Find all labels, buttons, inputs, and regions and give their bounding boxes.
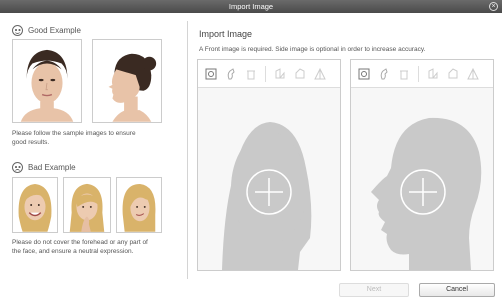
toolbar-separator bbox=[265, 65, 266, 82]
front-drop-area[interactable] bbox=[198, 88, 340, 270]
import-description: A Front image is required. Side image is… bbox=[199, 46, 426, 53]
good-side-photo bbox=[92, 39, 162, 123]
adjust-icon[interactable] bbox=[378, 67, 390, 80]
bad-example-header: Bad Example bbox=[12, 162, 76, 173]
side-head-silhouette bbox=[371, 117, 482, 270]
flip-alt-icon[interactable] bbox=[294, 67, 306, 80]
adjust-icon[interactable] bbox=[225, 67, 237, 80]
good-example-header: Good Example bbox=[12, 25, 81, 36]
trash-icon[interactable] bbox=[245, 68, 257, 80]
side-drop-area[interactable] bbox=[351, 88, 493, 270]
smile-icon bbox=[12, 25, 23, 36]
bad-example-note: Please do not cover the forehead or any … bbox=[12, 239, 148, 255]
dialog-content: Good Example Please follow the sample im… bbox=[0, 13, 502, 307]
import-photo-icon[interactable] bbox=[205, 68, 217, 80]
trash-icon[interactable] bbox=[398, 68, 410, 80]
section-divider bbox=[187, 21, 188, 279]
bad-photo-1 bbox=[12, 177, 58, 233]
window-title: Import Image bbox=[228, 2, 274, 11]
close-icon[interactable]: × bbox=[489, 2, 498, 11]
flip-icon[interactable] bbox=[427, 67, 439, 80]
side-toolbar bbox=[351, 60, 493, 88]
good-example-note: Please follow the sample images to ensur… bbox=[12, 130, 136, 146]
next-button[interactable]: Next bbox=[339, 283, 409, 297]
import-photo-icon[interactable] bbox=[358, 68, 370, 80]
flip-icon[interactable] bbox=[274, 67, 286, 80]
front-image-panel bbox=[197, 59, 341, 271]
bad-photo-2 bbox=[63, 177, 111, 233]
title-bar: Import Image × bbox=[0, 0, 502, 13]
warp-icon[interactable] bbox=[314, 67, 326, 80]
cancel-button[interactable]: Cancel bbox=[419, 283, 495, 297]
flip-alt-icon[interactable] bbox=[447, 67, 459, 80]
sad-face-icon bbox=[12, 162, 23, 173]
warp-icon[interactable] bbox=[467, 67, 479, 80]
front-toolbar bbox=[198, 60, 340, 88]
bad-photo-3 bbox=[116, 177, 162, 233]
good-front-photo bbox=[12, 39, 82, 123]
toolbar-separator bbox=[418, 65, 419, 82]
side-image-panel bbox=[350, 59, 494, 271]
import-title: Import Image bbox=[199, 29, 253, 39]
bad-example-heading: Bad Example bbox=[28, 163, 76, 172]
good-example-heading: Good Example bbox=[28, 26, 81, 35]
